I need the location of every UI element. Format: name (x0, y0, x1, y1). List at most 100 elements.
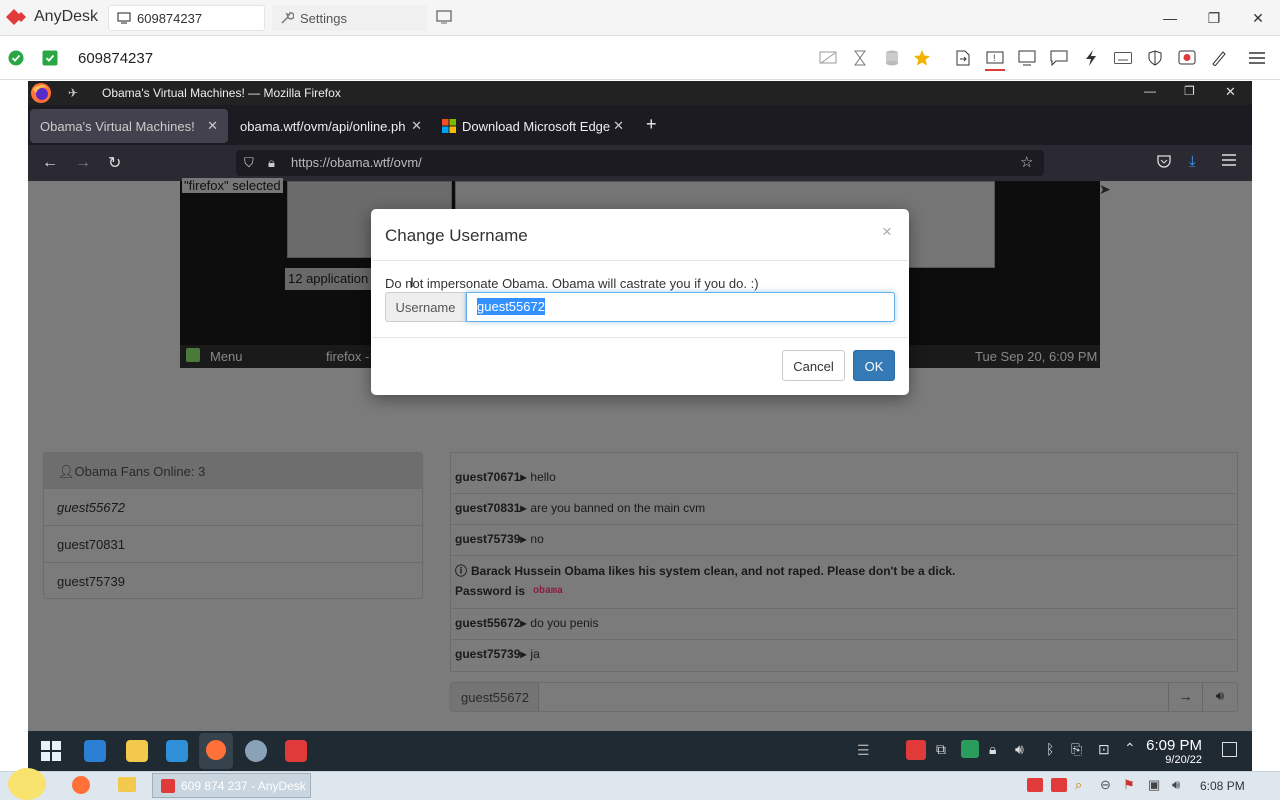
firefox-taskbar-button[interactable] (199, 733, 233, 769)
downloads-icon[interactable]: ⤓ (1189, 153, 1196, 170)
record-icon[interactable] (1177, 49, 1197, 67)
host-clock: 6:08 PM (1200, 779, 1245, 793)
database-icon[interactable] (882, 49, 902, 67)
volume-icon[interactable]: 🔊︎ (1172, 777, 1180, 793)
store-icon[interactable] (166, 740, 188, 762)
connection-ok-icon (8, 50, 24, 66)
back-icon[interactable]: ← (42, 154, 58, 172)
divider (372, 260, 908, 261)
anydesk-tray-icon[interactable] (906, 740, 926, 760)
folder-icon[interactable] (118, 777, 136, 792)
tab-online-api[interactable]: obama.wtf/ovm/api/online.ph ✕ (230, 109, 428, 143)
pin-icon[interactable]: ✈ (68, 86, 78, 100)
tab-download-edge[interactable]: Download Microsoft Edge ✕ (432, 109, 630, 143)
menu-icon[interactable] (1247, 49, 1267, 67)
tab-close-icon[interactable]: ✕ (207, 118, 218, 134)
anydesk-logo: AnyDesk (6, 8, 98, 26)
close-button[interactable]: ✕ (1236, 0, 1280, 36)
forward-icon[interactable]: → (75, 154, 91, 172)
file-transfer-icon[interactable] (953, 49, 973, 67)
username-input[interactable]: guest55672 (466, 292, 895, 322)
windows-start-icon[interactable] (41, 741, 61, 761)
remote-address: 609874237 (78, 50, 154, 67)
user-row[interactable]: guest70831 (44, 525, 422, 561)
notification-icon[interactable] (1222, 742, 1237, 757)
search-icon[interactable]: ⌕ (1075, 777, 1082, 793)
star-icon[interactable] (912, 49, 932, 67)
user-row[interactable]: guest75739 (44, 562, 422, 598)
chat-icon[interactable] (1049, 49, 1069, 67)
app-tray-icon[interactable] (961, 740, 979, 758)
start-button[interactable] (8, 768, 46, 800)
divider (451, 555, 1237, 556)
ok-button[interactable]: OK (853, 350, 895, 381)
usb-icon[interactable]: ⎘ (1071, 741, 1082, 758)
network-icon[interactable]: ▣ (1148, 777, 1160, 793)
tab-label: Obama's Virtual Machines! (40, 118, 195, 134)
window-title: Obama's Virtual Machines! — Mozilla Fire… (102, 86, 341, 100)
lightning-icon[interactable] (1081, 49, 1101, 67)
tab-label: Settings (300, 10, 347, 26)
hourglass-icon[interactable] (850, 49, 870, 67)
volume-button[interactable]: 🔊︎ (1202, 683, 1237, 711)
flag-icon[interactable]: ⚑ (1123, 777, 1135, 793)
minimize-button[interactable]: — (1148, 0, 1192, 36)
reload-icon[interactable]: ↻ (108, 153, 121, 173)
privacy-icon[interactable] (818, 49, 838, 67)
cancel-button[interactable]: Cancel (782, 350, 845, 381)
volume-icon[interactable]: 🔊︎ (1015, 741, 1024, 758)
firefox-icon[interactable] (72, 776, 90, 794)
file-explorer-icon[interactable] (126, 740, 148, 762)
url-bar[interactable]: ⛉ 🔒︎ https://obama.wtf/ovm/ ☆ (236, 150, 1044, 176)
vm-task-label: firefox - (326, 349, 370, 364)
anydesk-tray-icon[interactable] (1027, 778, 1043, 792)
anydesk-task-button[interactable]: 609 874 237 - AnyDesk (152, 773, 311, 798)
username-value: guest55672 (477, 298, 545, 315)
tab-close-icon[interactable]: ✕ (613, 118, 624, 134)
chat-message: guest75739▸ ja (455, 647, 540, 661)
tab-settings[interactable]: Settings (272, 5, 427, 31)
send-button[interactable]: → (1168, 683, 1202, 711)
keyboard-icon[interactable] (1113, 49, 1133, 67)
modal-message: Do not impersonate Obama. Obama will cas… (385, 276, 759, 291)
tab-label: Download Microsoft Edge (462, 118, 611, 134)
maximize-button[interactable]: ❐ (1192, 0, 1236, 36)
task-view-icon[interactable] (84, 740, 106, 762)
lock-icon[interactable]: 🔒︎ (989, 741, 996, 758)
settings-icon[interactable] (245, 740, 267, 762)
close-icon[interactable]: × (882, 222, 892, 242)
ff-minimize-button[interactable]: — (1144, 84, 1156, 98)
network-icon[interactable]: ⊡ (1098, 741, 1110, 758)
vm-clock: Tue Sep 20, 6:09 PM (975, 349, 1098, 364)
actions-icon[interactable]: ! (985, 49, 1005, 71)
chevron-up-icon[interactable]: ⌃ (1124, 740, 1136, 757)
bluetooth-icon[interactable]: ᛒ (1046, 741, 1054, 757)
clipboard-icon[interactable]: ⧉ (936, 741, 946, 758)
ff-restore-button[interactable]: ❐ (1184, 84, 1195, 98)
shield-icon[interactable]: ⛉ (244, 155, 254, 171)
anydesk-tray-icon[interactable] (1051, 778, 1067, 792)
svg-text:!: ! (993, 53, 996, 63)
bookmark-star-icon[interactable]: ☆ (1020, 153, 1033, 171)
taskbar-menu-icon[interactable]: ☰ (857, 742, 870, 759)
display-icon[interactable] (1017, 49, 1037, 67)
firefox-logo-icon (30, 82, 52, 104)
remote-ok-icon (42, 50, 58, 66)
draw-icon[interactable] (1209, 49, 1229, 67)
chat-input[interactable] (450, 682, 1238, 712)
minus-icon[interactable]: ⊖ (1100, 777, 1111, 793)
ff-close-button[interactable]: ✕ (1225, 84, 1236, 100)
app-menu-icon[interactable] (1222, 154, 1236, 166)
tab-remote-address[interactable]: 609874237 (108, 5, 265, 31)
new-tab-button[interactable]: + (646, 114, 657, 135)
tab-label: obama.wtf/ovm/api/online.ph (240, 118, 406, 134)
chat-username: guest55672 (451, 683, 539, 711)
anydesk-taskbar-icon[interactable] (285, 740, 307, 762)
user-row[interactable]: guest55672 (44, 488, 422, 524)
new-session-icon[interactable] (436, 10, 452, 24)
pocket-icon[interactable] (1157, 155, 1171, 168)
divider (451, 524, 1237, 525)
tab-close-icon[interactable]: ✕ (411, 118, 422, 134)
tab-obama-vms[interactable]: Obama's Virtual Machines! ✕ (30, 109, 228, 143)
shield-icon[interactable] (1145, 49, 1165, 67)
